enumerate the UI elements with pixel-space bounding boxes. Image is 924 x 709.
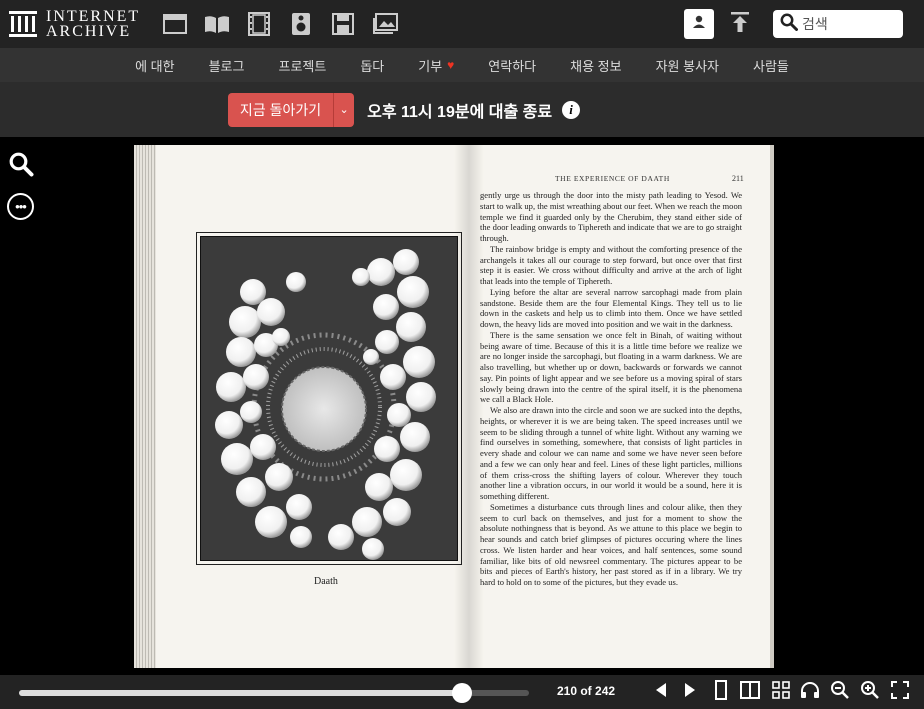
info-icon[interactable]: i xyxy=(562,100,581,119)
zoom-out-icon xyxy=(830,680,850,705)
return-now-button-group: 지금 돌아가기 ⌄ xyxy=(227,92,355,127)
web-icon[interactable] xyxy=(162,11,188,37)
page-slider-handle[interactable] xyxy=(451,683,472,703)
illustration-art xyxy=(201,237,457,560)
daath-illustration xyxy=(196,232,462,565)
zoom-in-button[interactable] xyxy=(859,680,881,705)
reader-toolbar: 210 of 242 xyxy=(0,675,924,709)
search-icon xyxy=(8,152,34,181)
video-icon[interactable] xyxy=(246,11,272,37)
user-account-button[interactable] xyxy=(684,9,714,39)
texts-icon[interactable] xyxy=(204,11,230,37)
arrow-right-icon xyxy=(683,682,697,703)
illustration-plate xyxy=(200,236,458,561)
nav-contact[interactable]: 연락하다 xyxy=(471,56,553,75)
nav-blog[interactable]: 블로그 xyxy=(192,56,262,75)
page-body-text: gently urge us through the door into the… xyxy=(480,190,742,588)
media-type-nav xyxy=(162,11,399,37)
nav-about[interactable]: 에 대한 xyxy=(118,56,192,75)
right-page[interactable]: THE EXPERIENCE OF DAATH 211 gently urge … xyxy=(471,145,774,668)
upload-icon xyxy=(730,11,750,38)
heart-icon: ♥ xyxy=(447,58,455,72)
book-search-button[interactable] xyxy=(8,151,34,177)
audio-icon[interactable] xyxy=(288,11,314,37)
top-header: INTERNET ARCHIVE xyxy=(0,0,924,48)
images-icon[interactable] xyxy=(372,11,399,37)
fullscreen-icon xyxy=(891,680,909,704)
page-number: 211 xyxy=(732,174,744,183)
two-page-icon xyxy=(740,680,760,704)
software-icon[interactable] xyxy=(330,11,356,37)
return-now-button[interactable]: 지금 돌아가기 xyxy=(227,92,334,127)
zoom-in-icon xyxy=(860,680,880,705)
arrow-left-icon xyxy=(654,682,668,703)
page-counter: 210 of 242 xyxy=(557,684,616,698)
page-edge-right xyxy=(770,145,774,668)
paragraph: We also are drawn into the circle and so… xyxy=(480,405,742,501)
fullscreen-button[interactable] xyxy=(889,680,911,704)
return-options-dropdown[interactable]: ⌄ xyxy=(333,92,355,127)
read-aloud-button[interactable] xyxy=(799,681,821,703)
two-page-view-button[interactable] xyxy=(739,680,761,704)
one-page-view-button[interactable] xyxy=(710,679,732,705)
paragraph: The rainbow bridge is empty and without … xyxy=(480,243,742,286)
headphones-icon xyxy=(800,681,820,704)
loan-bar: 지금 돌아가기 ⌄ 오후 11시 19분에 대출 종료 i xyxy=(0,82,924,137)
ellipsis-icon: ••• xyxy=(15,199,27,214)
grid-icon xyxy=(772,680,790,704)
next-page-button[interactable] xyxy=(679,681,701,703)
nav-help[interactable]: 돕다 xyxy=(343,56,401,75)
running-head: THE EXPERIENCE OF DAATH xyxy=(555,174,670,183)
archive-building-icon xyxy=(8,9,38,39)
paragraph: gently urge us through the door into the… xyxy=(480,190,742,243)
upload-button[interactable] xyxy=(726,10,754,38)
logo-wordmark: INTERNET ARCHIVE xyxy=(46,8,141,40)
page-slider-fill xyxy=(19,690,462,696)
nav-people[interactable]: 사람들 xyxy=(736,56,806,75)
illustration-caption: Daath xyxy=(314,576,338,587)
paragraph: Sometimes a disturbance cuts through lin… xyxy=(480,501,742,587)
nav-donate[interactable]: 기부 ♥ xyxy=(401,56,471,75)
page-slider[interactable] xyxy=(19,683,529,703)
left-page[interactable]: Daath xyxy=(134,145,471,668)
more-options-button[interactable]: ••• xyxy=(7,193,34,220)
book-spread[interactable]: Daath THE EXPERIENCE OF DAATH 211 gently… xyxy=(134,145,774,668)
user-icon xyxy=(692,15,706,34)
chevron-down-icon: ⌄ xyxy=(339,104,349,116)
paragraph: There is the same sensation we once felt… xyxy=(480,329,742,405)
search-icon xyxy=(780,13,798,36)
nav-volunteer[interactable]: 자원 봉사자 xyxy=(639,56,736,75)
single-page-icon xyxy=(715,679,727,705)
internet-archive-logo[interactable]: INTERNET ARCHIVE xyxy=(8,0,140,48)
nav-donate-label: 기부 xyxy=(418,58,443,74)
loan-expiry-text: 오후 11시 19분에 대출 종료 xyxy=(367,103,553,121)
zoom-out-button[interactable] xyxy=(829,680,851,705)
page-edges xyxy=(134,145,156,668)
nav-jobs[interactable]: 채용 정보 xyxy=(553,56,638,75)
top-nav: 에 대한 블로그 프로젝트 돕다 기부 ♥ 연락하다 채용 정보 자원 봉사자 … xyxy=(0,48,924,82)
paragraph: Lying before the altar are several narro… xyxy=(480,286,742,329)
search-input[interactable] xyxy=(802,16,897,32)
nav-projects[interactable]: 프로젝트 xyxy=(261,56,343,75)
thumbnail-view-button[interactable] xyxy=(770,680,792,704)
previous-page-button[interactable] xyxy=(650,681,672,703)
search-box[interactable] xyxy=(773,10,903,38)
